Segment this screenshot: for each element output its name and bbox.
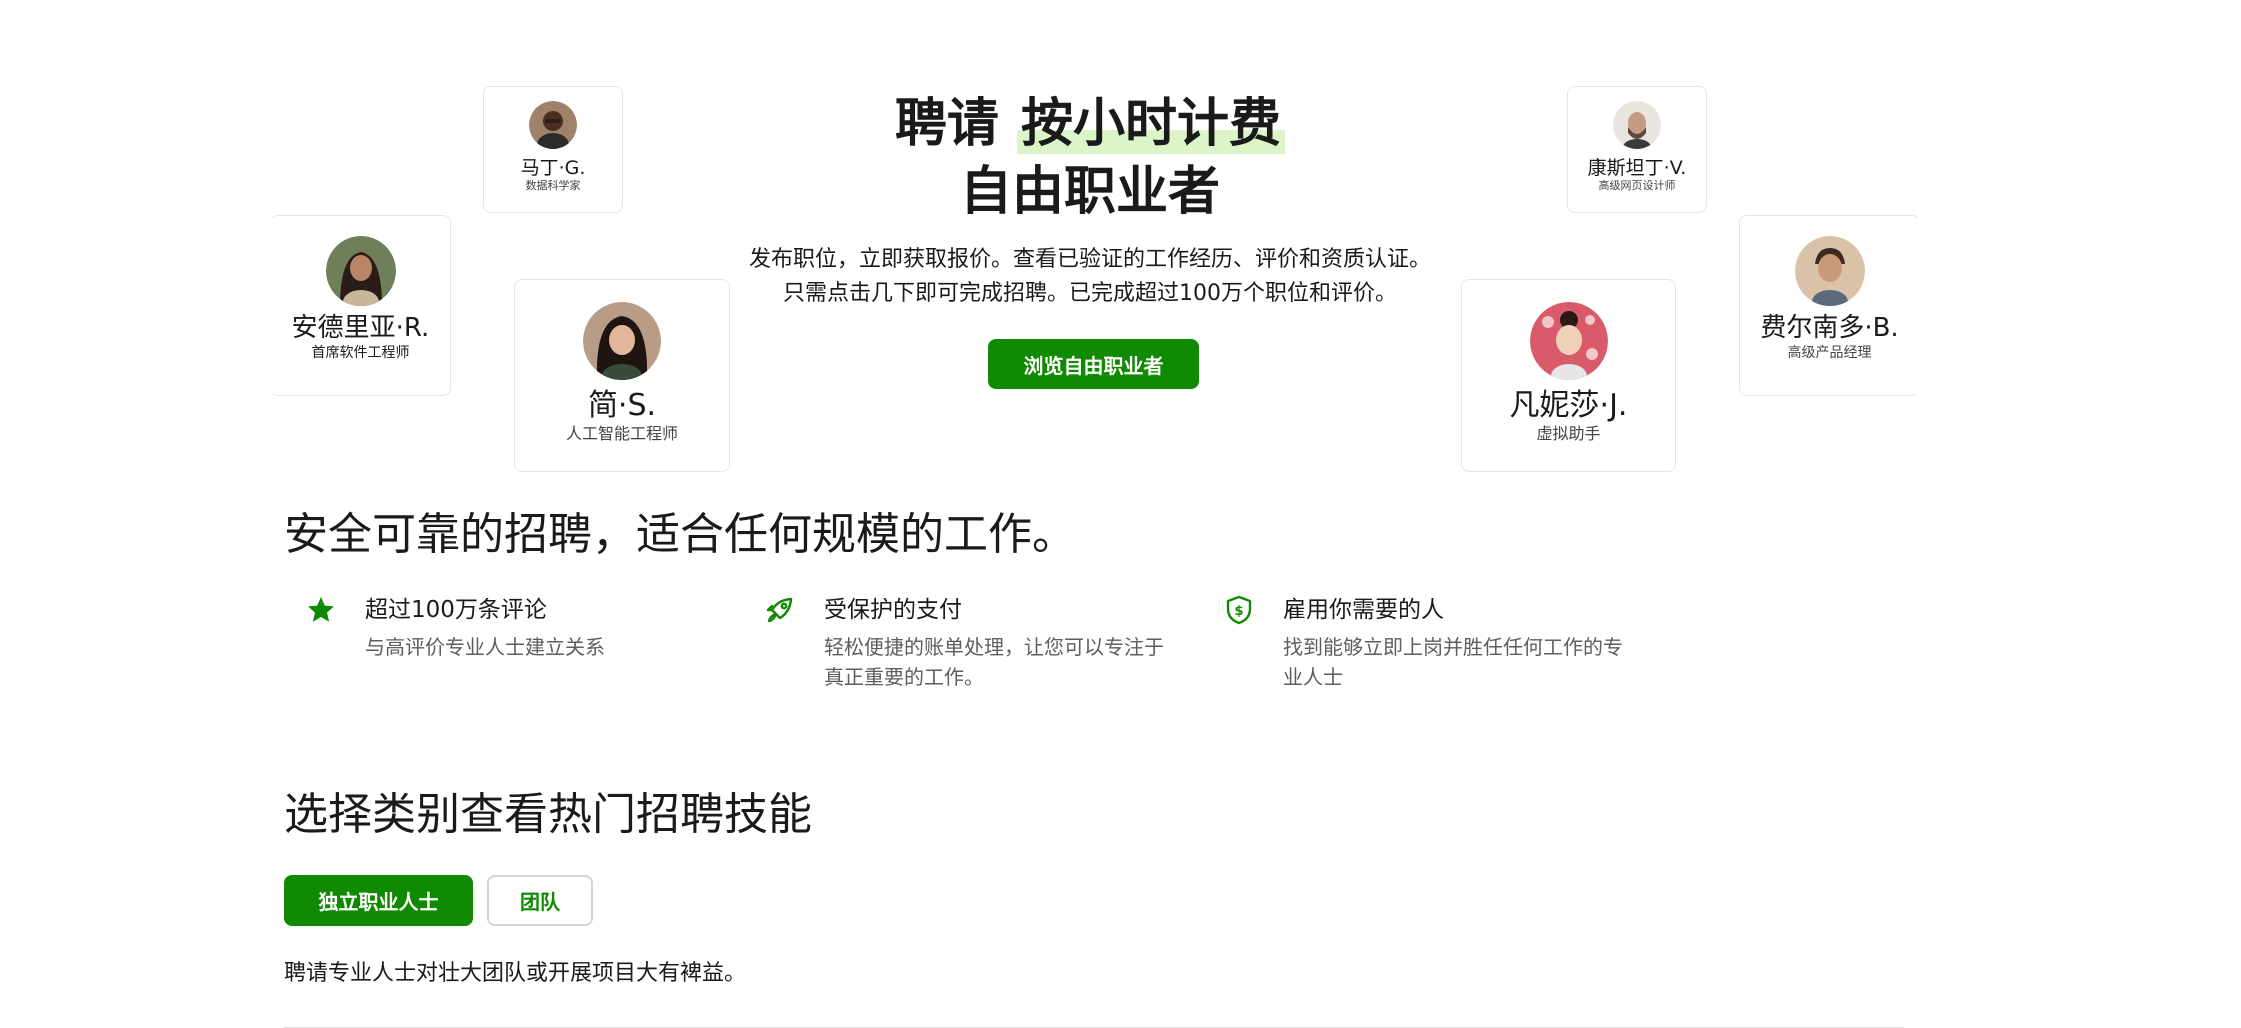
avatar xyxy=(1794,236,1865,306)
feature-title: 雇用你需要的人 xyxy=(1283,597,1444,623)
freelancer-name: 凡妮莎·J. xyxy=(1509,388,1628,423)
freelancer-role: 虚拟助手 xyxy=(1536,424,1601,443)
freelancer-card-andrea[interactable]: 安德里亚·R. 首席软件工程师 xyxy=(270,215,451,396)
hero-title-line2: 自由职业者 xyxy=(959,162,1220,222)
feature-description: 轻松便捷的账单处理，让您可以专注于真正重要的工作。 xyxy=(824,635,1164,689)
category-description: 聘请专业人士对壮大团队或开展项目大有裨益。 xyxy=(284,961,747,986)
freelancer-card-vanessa[interactable]: 凡妮莎·J. 虚拟助手 xyxy=(1461,279,1676,472)
avatar xyxy=(325,236,396,306)
shield-dollar-icon: $ xyxy=(1226,595,1252,625)
freelancer-name: 康斯坦丁·V. xyxy=(1587,157,1687,179)
freelancer-role: 高级产品经理 xyxy=(1787,345,1872,361)
freelancer-card-jane[interactable]: 简·S. 人工智能工程师 xyxy=(514,279,730,472)
avatar xyxy=(1613,101,1661,149)
feature-title: 受保护的支付 xyxy=(824,597,962,623)
star-icon xyxy=(308,597,334,622)
freelancer-card-konstantin[interactable]: 康斯坦丁·V. 高级网页设计师 xyxy=(1567,86,1707,213)
browse-freelancers-button[interactable]: 浏览自由职业者 xyxy=(988,339,1199,389)
freelancer-role: 首席软件工程师 xyxy=(311,345,410,361)
avatar xyxy=(529,101,577,149)
categories-section-title: 选择类别查看热门招聘技能 xyxy=(284,789,812,840)
freelancer-name: 安德里亚·R. xyxy=(291,313,430,343)
trust-section-title: 安全可靠的招聘，适合任何规模的工作。 xyxy=(284,509,1076,560)
svg-text:$: $ xyxy=(1234,604,1243,619)
freelancer-card-martin[interactable]: 马丁·G. 数据科学家 xyxy=(483,86,623,213)
avatar xyxy=(1529,302,1608,380)
freelancer-name: 马丁·G. xyxy=(520,157,586,179)
hero-description: 发布职位，立即获取报价。查看已验证的工作经历、评价和资质认证。只需点击几下即可完… xyxy=(748,247,1431,306)
freelancer-name: 简·S. xyxy=(587,388,657,423)
rocket-icon xyxy=(766,597,793,623)
feature-title: 超过100万条评论 xyxy=(365,597,547,623)
tab-independent-professionals[interactable]: 独立职业人士 xyxy=(284,875,473,926)
avatar xyxy=(583,302,661,380)
hero-title-prefix: 聘请 xyxy=(894,94,999,154)
hero-title: 聘请 按小时计费 自由职业者 xyxy=(780,90,1400,226)
tab-teams[interactable]: 团队 xyxy=(487,875,593,926)
freelancer-role: 数据科学家 xyxy=(525,179,581,192)
freelancer-card-fernando[interactable]: 费尔南多·B. 高级产品经理 xyxy=(1739,215,1920,396)
freelancer-name: 费尔南多·B. xyxy=(1760,313,1899,343)
freelancer-role: 高级网页设计师 xyxy=(1598,179,1676,192)
freelancer-role: 人工智能工程师 xyxy=(565,424,678,443)
hero-title-highlight: 按小时计费 xyxy=(1017,94,1286,154)
feature-description: 找到能够立即上岗并胜任任何工作的专业人士 xyxy=(1283,635,1623,689)
feature-description: 与高评价专业人士建立关系 xyxy=(365,635,605,659)
